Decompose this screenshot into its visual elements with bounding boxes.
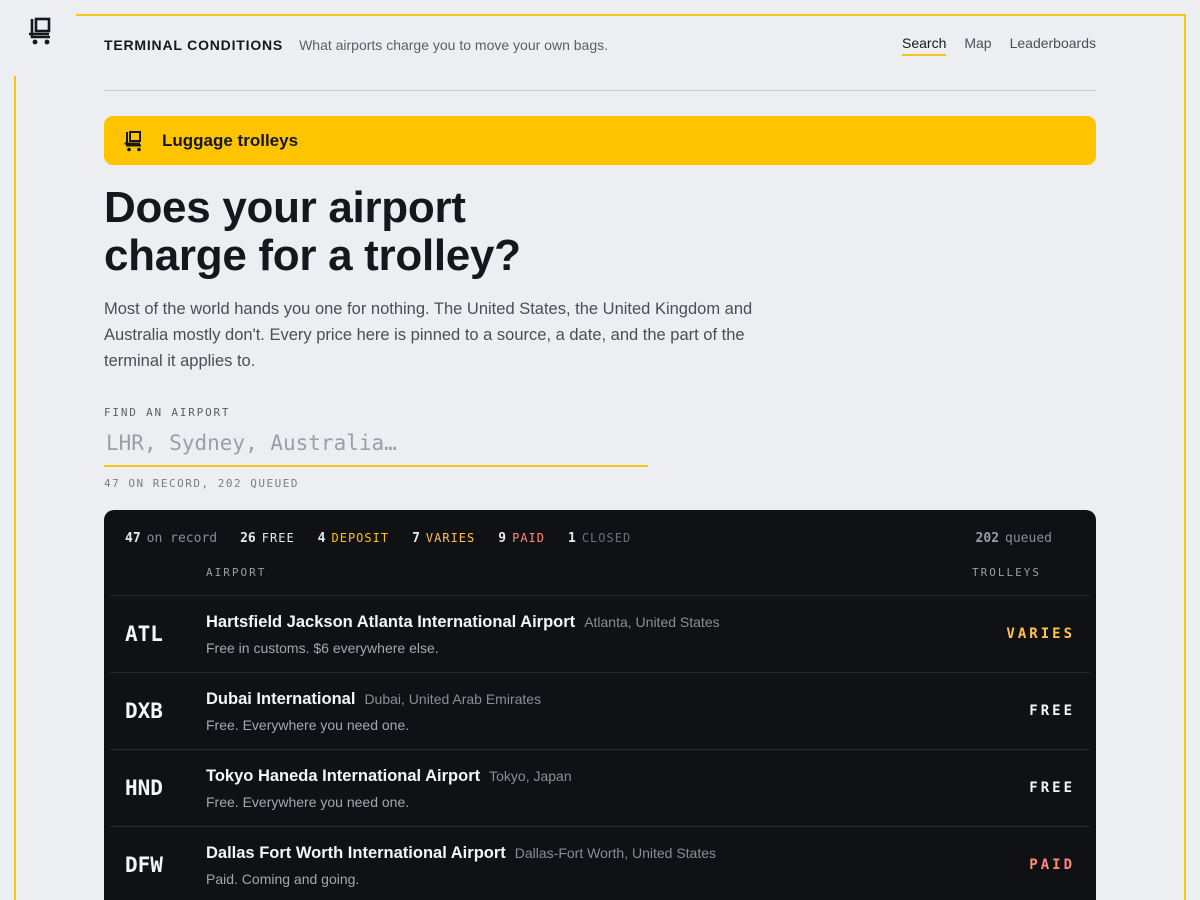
airport-name: Dallas Fort Worth International Airport [206, 843, 506, 862]
trolley-icon[interactable] [28, 16, 54, 46]
airport-code: HND [125, 776, 163, 800]
stat-paid-count: 9 [498, 530, 507, 546]
stat-closed-count: 1 [568, 530, 576, 546]
record-count-note: 47 ON RECORD, 202 QUEUED [104, 477, 299, 490]
trolley-icon [124, 130, 141, 151]
trolley-status: FREE [1029, 780, 1075, 796]
airport-name: Dubai International [206, 689, 356, 708]
search-input[interactable] [104, 427, 648, 467]
category-banner[interactable]: Luggage trolleys [104, 116, 1096, 165]
airport-code: DFW [125, 853, 163, 877]
stat-free[interactable]: 26 FREE [240, 531, 295, 546]
table-row[interactable]: DXB Dubai International Dubai, United Ar… [110, 673, 1090, 750]
stat-free-count: 26 [240, 530, 256, 546]
stat-closed-label: CLOSED [581, 530, 632, 545]
stat-paid-label: PAID [512, 530, 545, 545]
airport-code: ATL [125, 622, 163, 646]
trolley-status: FREE [1029, 703, 1075, 719]
banner-label: Luggage trolleys [162, 130, 299, 150]
stat-queued-count: 202 [975, 530, 1000, 546]
stat-free-label: FREE [261, 530, 295, 545]
results-panel: 47 on record 26 FREE 4 DEPOSIT 7 VARIES 9 PAI… [104, 510, 1096, 900]
airport-name: Hartsfield Jackson Atlanta International… [206, 612, 576, 631]
trolley-status: PAID [1029, 857, 1075, 873]
airport-info: Dubai International Dubai, United Arab E… [206, 690, 1029, 733]
frame-right-rule [1184, 14, 1186, 900]
tagline: What airports charge you to move your ow… [299, 37, 608, 53]
stat-deposit-count: 4 [317, 530, 326, 546]
column-header-airport[interactable]: AIRPORT [206, 566, 266, 579]
airport-location: Tokyo, Japan [489, 767, 572, 784]
stat-closed[interactable]: 1 CLOSED [568, 531, 631, 546]
stat-on-record-label: on record [146, 530, 218, 546]
page-container: TERMINAL CONDITIONS What airports charge… [104, 0, 1096, 900]
top-bar: TERMINAL CONDITIONS What airports charge… [104, 0, 1096, 91]
nav-leaderboards[interactable]: Leaderboards [1010, 35, 1096, 56]
page-title: Does your airport charge for a trolley? [104, 184, 624, 280]
stat-deposit[interactable]: 4 DEPOSIT [318, 531, 389, 546]
stat-varies-label: VARIES [425, 530, 476, 545]
airport-note: Paid. Coming and going. [206, 870, 360, 887]
airport-note: Free. Everywhere you need one. [206, 716, 410, 733]
nav-map[interactable]: Map [964, 35, 991, 56]
table-header: AIRPORT TROLLEYS [110, 566, 1090, 596]
airport-code: DXB [125, 699, 163, 723]
stat-queued: 202 queued [976, 531, 1052, 546]
airport-note: Free in customs. $6 everywhere else. [206, 639, 439, 656]
main-nav: Search Map Leaderboards [902, 35, 1096, 56]
airport-location: Dallas-Fort Worth, United States [514, 844, 717, 861]
airport-location: Atlanta, United States [584, 613, 720, 630]
stat-on-record-count: 47 [125, 530, 141, 546]
stat-queued-label: queued [1005, 530, 1052, 546]
brand-title[interactable]: TERMINAL CONDITIONS [104, 37, 283, 53]
airport-name: Tokyo Haneda International Airport [206, 766, 481, 785]
stat-on-record: 47 on record [125, 531, 217, 546]
stat-varies-count: 7 [412, 530, 420, 546]
airport-location: Dubai, United Arab Emirates [364, 690, 542, 707]
airport-info: Tokyo Haneda International Airport Tokyo… [206, 767, 1029, 810]
column-header-trolleys[interactable]: TROLLEYS [972, 566, 1041, 579]
table-row[interactable]: HND Tokyo Haneda International Airport T… [110, 750, 1090, 827]
stat-paid[interactable]: 9 PAID [498, 531, 545, 546]
trolley-status: VARIES [1006, 626, 1075, 642]
search-label: FIND AN AIRPORT [104, 406, 231, 419]
nav-search[interactable]: Search [902, 35, 947, 56]
airport-note: Free. Everywhere you need one. [206, 793, 410, 810]
table-row[interactable]: ATL Hartsfield Jackson Atlanta Internati… [110, 596, 1090, 673]
stats-bar: 47 on record 26 FREE 4 DEPOSIT 7 VARIES 9 PAI… [110, 510, 1090, 566]
title-line-2: charge for a trolley? [104, 231, 521, 280]
airport-info: Hartsfield Jackson Atlanta International… [206, 613, 1006, 656]
intro-text: Most of the world hands you one for noth… [104, 300, 753, 370]
title-line-1: Does your airport [104, 183, 466, 232]
frame-left-rule [14, 76, 16, 900]
table-row[interactable]: DFW Dallas Fort Worth International Airp… [110, 827, 1090, 900]
airport-info: Dallas Fort Worth International Airport … [206, 844, 1029, 887]
stat-deposit-label: DEPOSIT [331, 530, 390, 545]
stat-varies[interactable]: 7 VARIES [412, 531, 475, 546]
